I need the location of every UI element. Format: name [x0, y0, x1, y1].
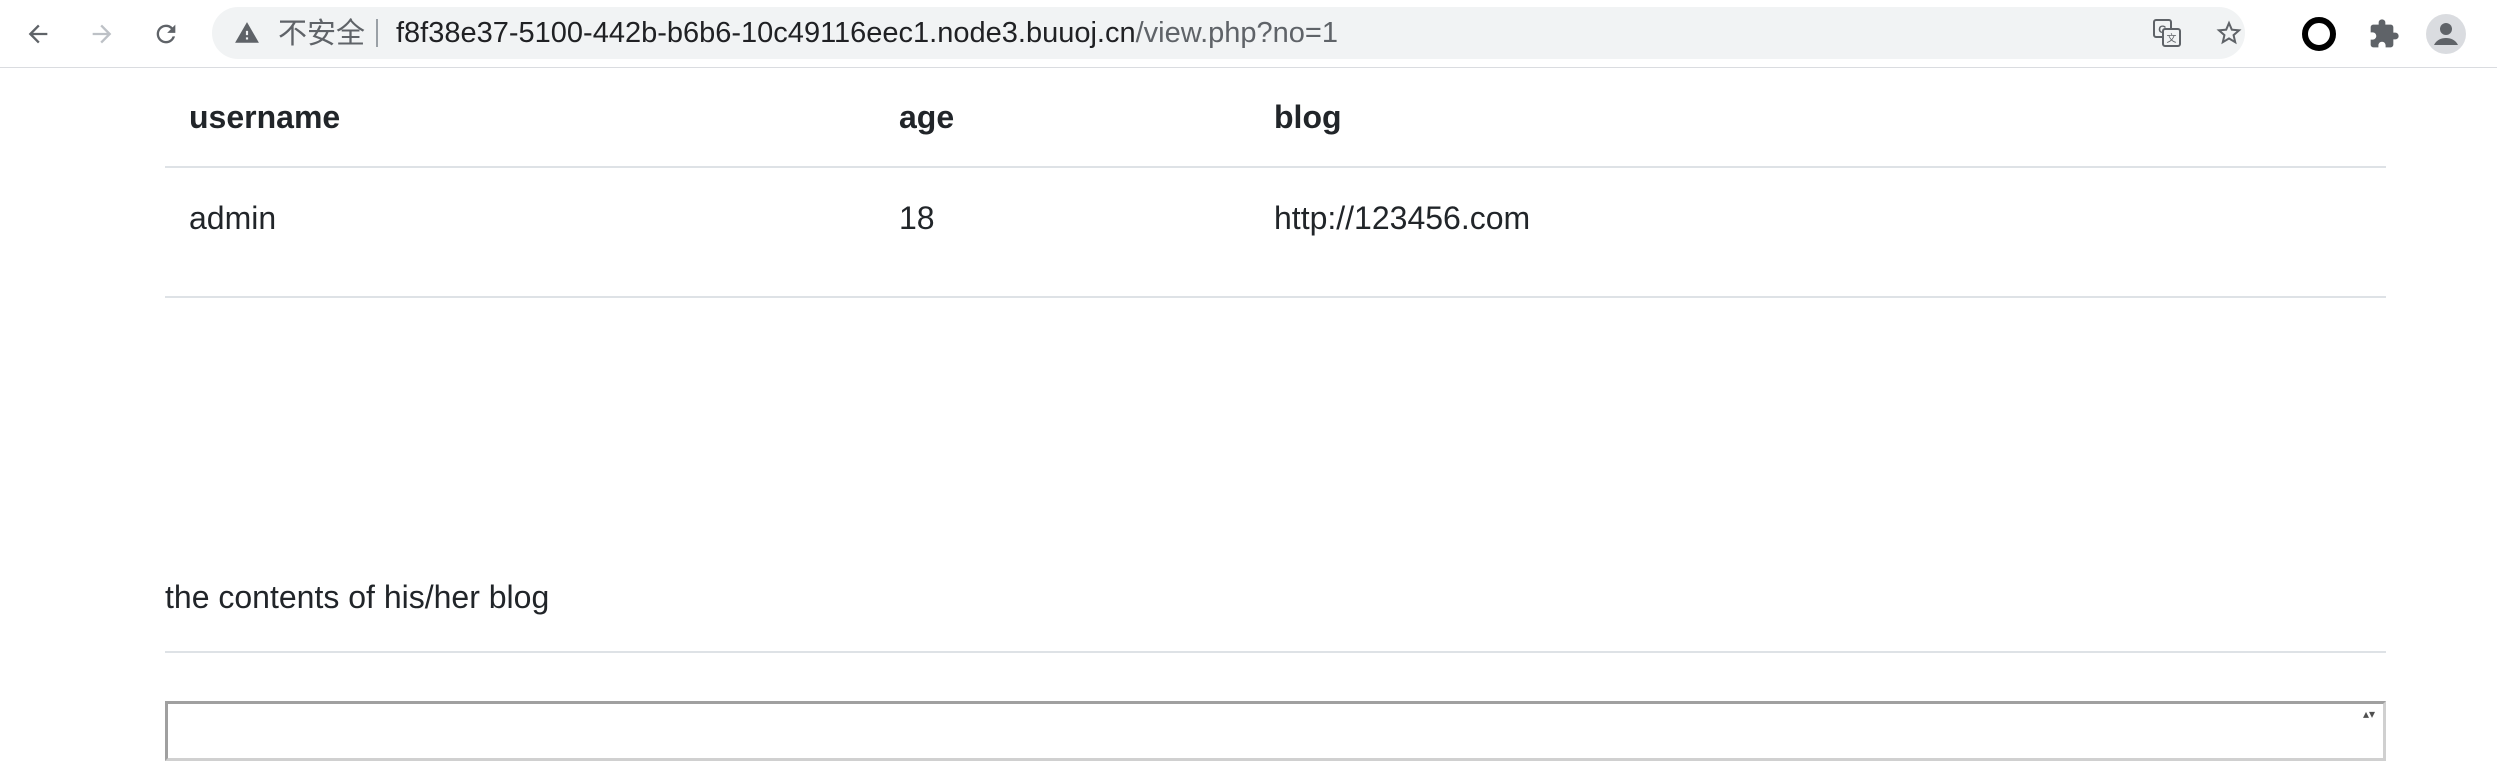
cell-blog: http://123456.com [1250, 167, 2386, 298]
browser-toolbar: 不安全 f8f38e37-5100-442b-b6b6-10c49116eec1… [0, 0, 2497, 68]
url-host: f8f38e37-5100-442b-b6b6-10c49116eec1.nod… [396, 17, 1136, 49]
table-header-row: username age blog [165, 68, 2386, 168]
cell-username: admin [165, 167, 875, 298]
table-row: admin 18 http://123456.com [165, 167, 2386, 298]
page-content: username age blog admin 18 http://123456… [165, 68, 2386, 298]
security-label[interactable]: 不安全 [278, 7, 365, 59]
profile-icon [2426, 14, 2466, 54]
star-icon [2216, 20, 2242, 45]
puzzle-icon [2370, 19, 2399, 48]
extension-circle-button[interactable] [2299, 14, 2339, 54]
column-header-username: username [165, 68, 875, 168]
address-separator [376, 19, 378, 47]
warning-icon[interactable] [234, 20, 260, 46]
translate-icon: G 文 [2153, 19, 2181, 47]
user-table: username age blog admin 18 http://123456… [165, 68, 2386, 298]
profile-button[interactable] [2426, 14, 2466, 54]
circle-extension-icon [2302, 17, 2336, 51]
reload-icon [156, 24, 176, 44]
back-arrow-icon [28, 24, 48, 44]
column-header-blog: blog [1250, 68, 2386, 168]
bookmark-button[interactable] [2214, 18, 2244, 48]
address-bar[interactable]: 不安全 f8f38e37-5100-442b-b6b6-10c49116eec1… [212, 7, 2245, 59]
scroll-arrows-icon[interactable]: ▴▾ [2363, 708, 2375, 720]
reload-button[interactable] [142, 10, 190, 58]
svg-text:文: 文 [2167, 32, 2177, 45]
translate-button[interactable]: G 文 [2152, 18, 2182, 48]
extensions-button[interactable] [2364, 14, 2404, 54]
blog-iframe[interactable]: ▴▾ [165, 701, 2386, 761]
back-button[interactable] [14, 10, 62, 58]
url-text[interactable]: f8f38e37-5100-442b-b6b6-10c49116eec1.nod… [396, 7, 1338, 59]
cell-age: 18 [875, 167, 1250, 298]
forward-button[interactable] [78, 10, 126, 58]
blog-contents-heading: the contents of his/her blog [165, 579, 550, 615]
divider [165, 651, 2386, 653]
url-path: /view.php?no=1 [1135, 17, 1338, 49]
forward-arrow-icon [92, 24, 112, 44]
column-header-age: age [875, 68, 1250, 168]
